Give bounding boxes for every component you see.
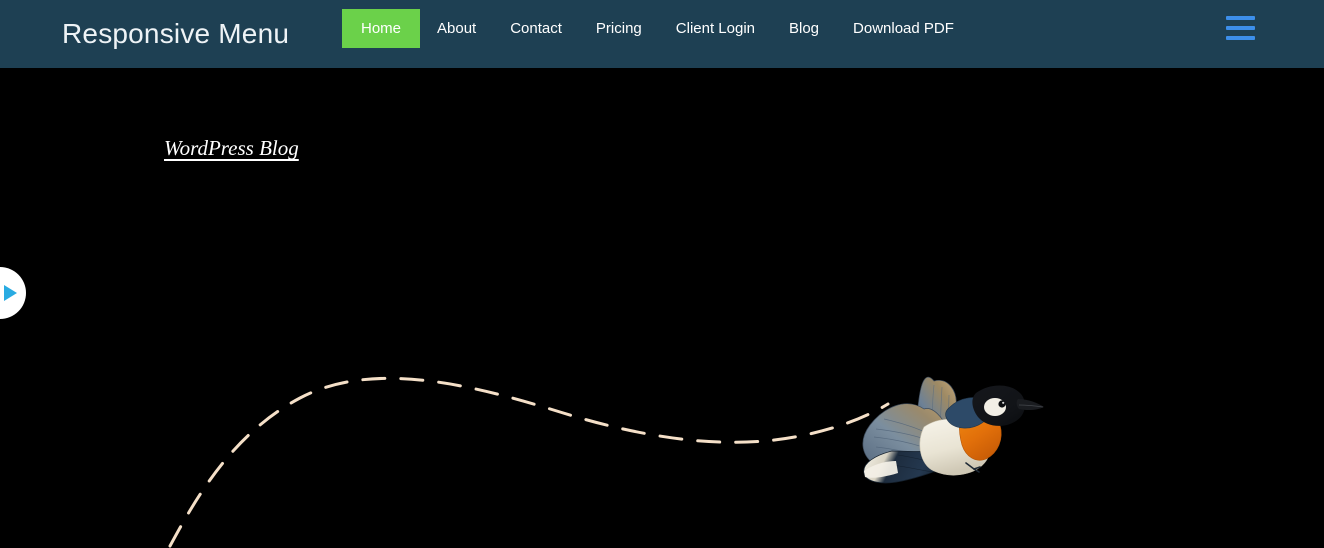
nav-item-home[interactable]: Home <box>342 9 421 48</box>
dashed-flight-path <box>168 376 890 548</box>
wordpress-blog-link[interactable]: WordPress Blog <box>164 136 299 161</box>
hamburger-menu-icon[interactable] <box>1226 16 1255 41</box>
page-body: WordPress Blog <box>0 68 1324 548</box>
hamburger-bar-middle <box>1226 26 1255 30</box>
primary-nav: Home About Contact Pricing Client Login … <box>342 9 971 48</box>
page-title: Responsive Menu <box>62 18 290 49</box>
play-triangle-icon <box>4 285 17 301</box>
nav-item-pricing[interactable]: Pricing <box>579 9 659 48</box>
nav-item-download-pdf[interactable]: Download PDF <box>836 9 971 48</box>
nav-item-blog[interactable]: Blog <box>772 9 836 48</box>
nav-item-about[interactable]: About <box>420 9 493 48</box>
site-header: Responsive Menu Home About Contact Prici… <box>0 0 1324 68</box>
nav-item-contact[interactable]: Contact <box>493 9 579 48</box>
hamburger-bar-top <box>1226 16 1255 20</box>
media-play-tab[interactable] <box>0 267 26 319</box>
nav-item-client-login[interactable]: Client Login <box>659 9 772 48</box>
hamburger-bar-bottom <box>1226 36 1255 40</box>
flying-bird-illustration <box>862 376 1044 484</box>
